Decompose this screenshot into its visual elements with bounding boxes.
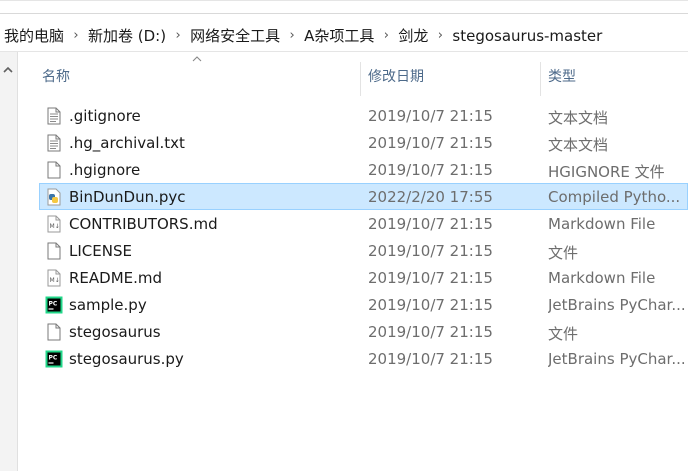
sort-ascending-icon[interactable] [192,56,202,62]
blank-file-icon [45,323,63,341]
column-header-date[interactable]: 修改日期 [368,66,424,86]
blank-file-icon [45,242,63,260]
file-modified-date: 2019/10/7 21:15 [368,296,493,314]
file-row[interactable]: .hg_archival.txt 2019/10/7 21:15 文本文档 [39,129,688,156]
text-file-icon [45,134,63,152]
text-file-icon [45,107,63,125]
breadcrumb-item[interactable]: 我的电脑 [4,25,64,46]
address-bar[interactable]: 我的电脑 › 新加卷 (D:) › 网络安全工具 › A杂项工具 › 剑龙 › stegosauru… [0,0,688,52]
file-row[interactable]: .gitignore 2019/10/7 21:15 文本文档 [39,102,688,129]
file-row[interactable]: M↓ CONTRIBUTORS.md 2019/10/7 21:15 Markdown… [39,210,688,237]
markdown-file-icon: M↓ [45,215,63,233]
file-modified-date: 2019/10/7 21:15 [368,161,493,179]
file-row[interactable]: M↓ README.md 2019/10/7 21:15 Markdown File [39,264,688,291]
file-modified-date: 2019/10/7 21:15 [368,107,493,125]
chevron-right-icon[interactable]: › [428,28,452,43]
svg-text:PC: PC [49,301,58,308]
python-compiled-icon [45,188,63,206]
file-row[interactable]: LICENSE 2019/10/7 21:15 文件 [39,237,688,264]
svg-text:M↓: M↓ [50,223,60,230]
file-name: stegosaurus.py [69,350,184,368]
column-header-row: 名称 修改日期 类型 [18,56,688,96]
breadcrumb-item[interactable]: stegosaurus-master [452,27,602,45]
pycharm-file-icon: PC [45,350,63,368]
file-name: sample.py [69,296,147,314]
breadcrumb-item[interactable]: 剑龙 [398,25,428,46]
file-type: Markdown File [548,269,656,287]
file-name: README.md [69,269,163,287]
column-divider[interactable] [360,62,361,96]
file-type: 文件 [548,244,579,262]
breadcrumb-item[interactable]: 新加卷 (D:) [88,25,166,46]
chevron-right-icon[interactable]: › [64,28,88,43]
file-modified-date: 2019/10/7 21:15 [368,350,493,368]
file-name: LICENSE [69,242,132,260]
file-name: .gitignore [69,107,141,125]
file-type: 文件 [548,325,579,343]
file-type: 文本文档 [548,136,609,154]
file-modified-date: 2019/10/7 21:15 [368,323,493,341]
file-modified-date: 2019/10/7 21:15 [368,269,493,287]
blank-file-icon [45,161,63,179]
breadcrumb-item[interactable]: 网络安全工具 [190,25,280,46]
svg-text:PC: PC [49,355,58,362]
file-type: Compiled Pytho... [548,188,681,206]
file-row[interactable]: PC sample.py 2019/10/7 21:15 JetBrains PyCh… [39,291,688,318]
pycharm-file-icon: PC [45,296,63,314]
column-divider[interactable] [540,62,541,96]
navigation-pane-edge [0,52,18,471]
file-type: JetBrains PyChar... [548,350,686,368]
file-row[interactable]: .hgignore 2019/10/7 21:15 HGIGNORE 文件 [39,156,688,183]
chevron-right-icon[interactable]: › [374,28,398,43]
chevron-right-icon[interactable]: › [280,28,304,43]
file-name: stegosaurus [69,323,161,341]
column-header-type[interactable]: 类型 [548,66,576,86]
file-type: HGIGNORE 文件 [548,163,665,181]
file-modified-date: 2022/2/20 17:55 [368,188,493,206]
file-name: BinDunDun.pyc [69,188,186,206]
scroll-up-arrow-icon[interactable] [2,64,14,76]
chevron-right-icon[interactable]: › [166,28,190,43]
file-name: .hgignore [69,161,141,179]
svg-text:M↓: M↓ [50,277,60,284]
breadcrumb: 我的电脑 › 新加卷 (D:) › 网络安全工具 › A杂项工具 › 剑龙 › stegosauru… [4,25,602,46]
file-modified-date: 2019/10/7 21:15 [368,242,493,260]
file-modified-date: 2019/10/7 21:15 [368,134,493,152]
file-name: CONTRIBUTORS.md [69,215,218,233]
file-row[interactable]: stegosaurus 2019/10/7 21:15 文件 [39,318,688,345]
breadcrumb-item[interactable]: A杂项工具 [304,25,374,46]
file-list: .gitignore 2019/10/7 21:15 文本文档 .hg_archiva… [39,102,688,372]
file-type: JetBrains PyChar... [548,296,686,314]
column-header-name[interactable]: 名称 [42,66,70,86]
file-type: 文本文档 [548,109,609,127]
file-type: Markdown File [548,215,656,233]
file-row[interactable]: BinDunDun.pyc 2022/2/20 17:55 Compiled Pyt… [39,183,688,210]
markdown-file-icon: M↓ [45,269,63,287]
file-modified-date: 2019/10/7 21:15 [368,215,493,233]
file-name: .hg_archival.txt [69,134,185,152]
file-row[interactable]: PC stegosaurus.py 2019/10/7 21:15 JetBrains… [39,345,688,372]
